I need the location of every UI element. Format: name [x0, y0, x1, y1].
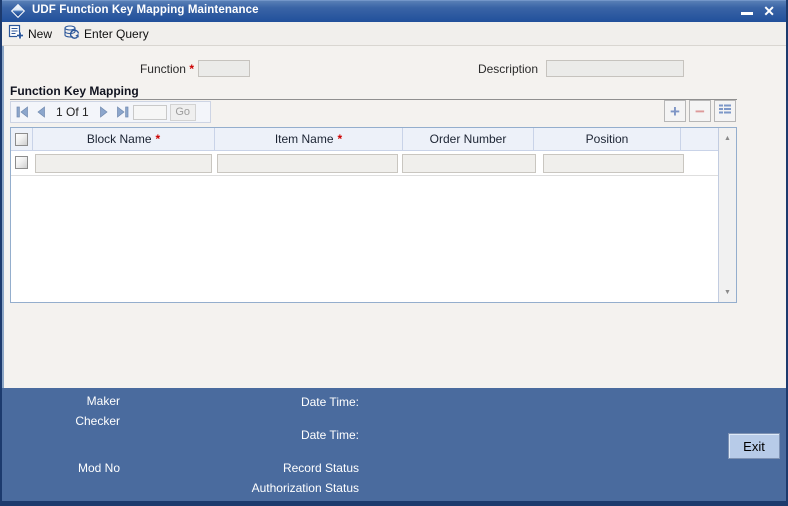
minimize-button[interactable]	[741, 12, 753, 15]
window-title: UDF Function Key Mapping Maintenance	[32, 4, 259, 16]
function-input[interactable]	[198, 60, 250, 77]
scroll-down-icon[interactable]: ▼	[719, 284, 736, 300]
grid-action-buttons: + −	[664, 100, 736, 122]
function-key-mapping-table: Block Name * Item Name * Order Number Posi…	[10, 127, 737, 303]
maker-label: Maker	[86, 394, 120, 408]
scroll-up-icon[interactable]: ▲	[719, 130, 736, 146]
block-name-input[interactable]	[35, 154, 212, 173]
maker-date-time-label: Date Time:	[300, 395, 359, 409]
app-diamond-icon	[10, 3, 26, 19]
last-page-icon[interactable]	[115, 105, 130, 119]
first-page-icon[interactable]	[15, 105, 30, 119]
authorization-status-label: Authorization Status	[251, 481, 359, 495]
function-label: Function *	[139, 62, 194, 76]
database-query-icon	[63, 24, 80, 43]
pagination-bar: 1 Of 1 Go	[10, 101, 211, 123]
single-view-button[interactable]	[714, 100, 736, 122]
footer-panel: Maker Checker Mod No Date Time: Date Tim…	[2, 388, 786, 501]
new-button-label: New	[28, 26, 53, 41]
required-asterisk: *	[337, 132, 343, 146]
position-input[interactable]	[543, 154, 684, 173]
delete-row-button[interactable]: −	[689, 100, 711, 122]
item-name-input[interactable]	[217, 154, 398, 173]
table-body	[11, 151, 718, 302]
new-document-icon	[8, 24, 24, 43]
page-indicator: 1 Of 1	[56, 105, 89, 119]
minus-icon: −	[695, 101, 705, 121]
add-row-button[interactable]: +	[664, 100, 686, 122]
row-checkbox[interactable]	[15, 156, 28, 169]
required-asterisk: *	[189, 62, 194, 76]
column-header-block-name: Block Name *	[33, 128, 215, 150]
vertical-scrollbar[interactable]: ▲ ▼	[718, 128, 736, 302]
select-all-checkbox[interactable]	[15, 132, 28, 146]
checker-date-time-label: Date Time:	[300, 428, 359, 442]
toolbar: New Enter Query	[2, 22, 786, 46]
column-header-order-number: Order Number	[403, 128, 534, 150]
required-asterisk: *	[155, 132, 161, 146]
exit-button[interactable]: Exit	[728, 433, 780, 459]
page-number-input[interactable]	[132, 104, 167, 120]
header-checkbox-cell	[11, 128, 33, 150]
column-header-item-name: Item Name *	[215, 128, 403, 150]
section-divider	[10, 99, 737, 100]
record-status-label: Record Status	[282, 461, 359, 475]
udf-function-key-mapping-window: UDF Function Key Mapping Maintenance ✕ N…	[0, 0, 788, 506]
go-button[interactable]: Go	[169, 103, 196, 121]
new-button[interactable]: New	[6, 22, 61, 45]
previous-page-icon[interactable]	[33, 105, 48, 119]
enter-query-button[interactable]: Enter Query	[61, 22, 158, 45]
checker-label: Checker	[75, 414, 120, 428]
column-header-position: Position	[534, 128, 681, 150]
mod-no-label: Mod No	[77, 461, 120, 475]
title-bar: UDF Function Key Mapping Maintenance ✕	[2, 0, 786, 22]
description-label: Description	[477, 62, 538, 76]
plus-icon: +	[670, 101, 680, 121]
close-button[interactable]: ✕	[763, 2, 775, 20]
next-page-icon[interactable]	[97, 105, 112, 119]
details-grid-icon	[718, 102, 732, 120]
header-filler-cell	[681, 128, 718, 150]
order-number-input[interactable]	[402, 154, 536, 173]
description-input[interactable]	[546, 60, 684, 77]
table-row	[11, 151, 718, 176]
enter-query-button-label: Enter Query	[84, 26, 149, 41]
section-title: Function Key Mapping	[10, 84, 139, 98]
table-header-row: Block Name * Item Name * Order Number Posi…	[11, 128, 718, 151]
